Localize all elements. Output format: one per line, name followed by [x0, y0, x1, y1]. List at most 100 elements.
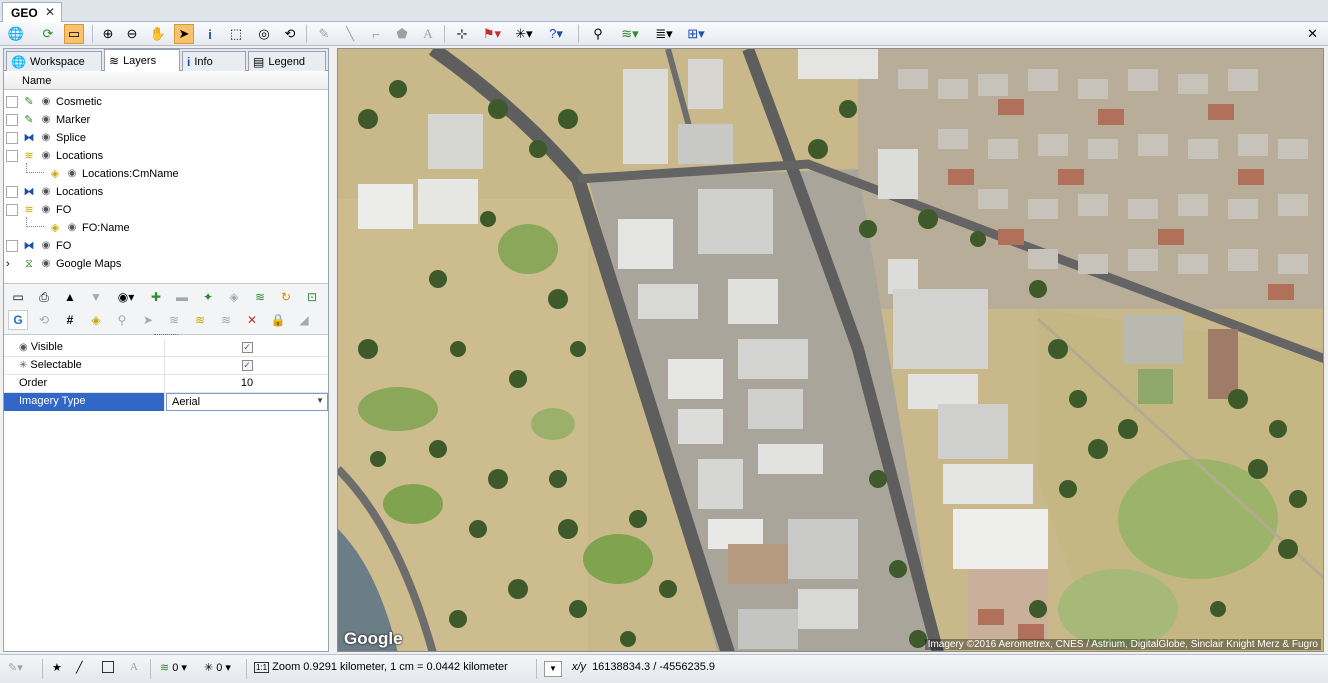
arrow-tool-icon[interactable]: ➤ [138, 310, 158, 330]
layer-row[interactable]: › ⧖ ◉ Google Maps [4, 255, 328, 273]
style-copy-icon[interactable]: ≋ [216, 310, 236, 330]
splitter-grip[interactable] [154, 334, 178, 337]
draw-text-icon[interactable]: A [418, 24, 438, 44]
style-rule-icon[interactable]: ≋ [190, 310, 210, 330]
tab-info[interactable]: i Info [182, 51, 246, 71]
layer-checkbox[interactable] [6, 186, 18, 198]
panel-toggle-icon[interactable]: ▭ [64, 24, 84, 44]
network-dropdown-icon[interactable]: ⊞▾ [686, 24, 706, 44]
expand-chevron-icon[interactable]: › [6, 258, 18, 270]
layer-row[interactable]: ✎ ◉ Marker [4, 111, 328, 129]
radius-select-icon[interactable]: ◎ [254, 24, 274, 44]
layer-checkbox[interactable] [6, 132, 18, 144]
visibility-eye-icon[interactable]: ◉ [64, 168, 80, 180]
zoom-out-icon[interactable]: ⊖ [122, 24, 142, 44]
rectangle-icon[interactable] [102, 661, 114, 673]
document-tab-geo[interactable]: GEO ✕ [2, 2, 62, 22]
tag-icon[interactable]: ◈ [86, 310, 106, 330]
remove-layer-icon[interactable]: ▬ [172, 287, 192, 307]
layer-checkbox[interactable] [6, 240, 18, 252]
google-icon[interactable]: G [8, 310, 28, 330]
visibility-eye-icon[interactable]: ◉ [64, 222, 80, 234]
query-tool-dropdown-icon[interactable]: ?▾ [546, 24, 566, 44]
wedge-icon[interactable]: ◢ [294, 310, 314, 330]
label-layer-icon[interactable]: ◈ [224, 287, 244, 307]
tab-layers[interactable]: ≋ Layers [104, 49, 180, 71]
map-view[interactable]: Google Imagery ©2016 Aerometrex, CNES / … [337, 48, 1324, 652]
selectable-checkbox[interactable]: ✓ [241, 360, 253, 371]
property-row-selectable[interactable]: ✳ Selectable ✓ [4, 357, 328, 375]
polygon-select-icon[interactable]: ⟲ [280, 24, 300, 44]
print-icon[interactable]: ⎙ [34, 287, 54, 307]
zoom-in-icon[interactable]: ⊕ [98, 24, 118, 44]
layer-row[interactable]: ≋ ◉ Locations [4, 147, 328, 165]
style-icon[interactable]: ≋ [164, 310, 184, 330]
layer-row[interactable]: ◈ ◉ Locations:CmName [4, 163, 328, 183]
add-node-icon[interactable]: ⊹ [452, 24, 472, 44]
info-tool-icon[interactable]: i [200, 24, 220, 44]
draw-polygon-icon[interactable]: ⬟ [392, 24, 412, 44]
property-row-visible[interactable]: ◉ Visible ✓ [4, 339, 328, 357]
layer-checkbox[interactable] [6, 114, 18, 126]
visibility-eye-icon[interactable]: ◉ [38, 114, 54, 126]
select-count-dropdown[interactable]: ✳ 0 ▾ [204, 661, 231, 675]
property-row-imagery-type[interactable]: Imagery Type Aerial ▼ [4, 393, 328, 411]
tab-legend[interactable]: ▤ Legend [248, 51, 326, 71]
imagery-type-select[interactable]: Aerial ▼ [166, 393, 328, 411]
layer-row[interactable]: ◈ ◉ FO:Name [4, 217, 328, 237]
layer-group-icon[interactable]: ≋ [250, 287, 270, 307]
visibility-eye-icon[interactable]: ◉ [38, 204, 54, 216]
visibility-eye-icon[interactable]: ◉ [38, 132, 54, 144]
coordinate-system-dropdown[interactable]: ▼ [544, 661, 562, 677]
property-row-order[interactable]: Order 10 [4, 375, 328, 393]
move-down-icon[interactable]: ▼ [86, 287, 106, 307]
layer-count-dropdown[interactable]: ≋ 0 ▾ [160, 661, 187, 675]
lock-icon[interactable]: 🔒 [268, 310, 288, 330]
layer-checkbox[interactable] [6, 150, 18, 162]
line-icon[interactable]: ╱ [76, 661, 83, 674]
rectangle-select-icon[interactable]: ⬚ [226, 24, 246, 44]
layer-row[interactable]: ⧓ ◉ Locations [4, 183, 328, 201]
visibility-eye-icon[interactable]: ◉ [38, 186, 54, 198]
edit-tool-dropdown-icon[interactable]: ✎▾ [8, 661, 23, 674]
layer-checkbox[interactable] [6, 96, 18, 108]
clear-style-icon[interactable]: ✕ [242, 310, 262, 330]
layer-row[interactable]: ⧓ ◉ Splice [4, 129, 328, 147]
visibility-eye-icon[interactable]: ◉ [38, 150, 54, 162]
visibility-eye-icon[interactable]: ◉ [38, 240, 54, 252]
layer-row[interactable]: ✎ ◉ Cosmetic [4, 93, 328, 111]
move-up-icon[interactable]: ▲ [60, 287, 80, 307]
toolbar-close-icon[interactable]: ✕ [1307, 26, 1318, 42]
layer-row[interactable]: ⧓ ◉ FO [4, 237, 328, 255]
reload-layer-icon[interactable]: ↻ [276, 287, 296, 307]
route-dropdown-icon[interactable]: ⚑▾ [482, 24, 502, 44]
order-value[interactable]: 10 [166, 375, 328, 393]
link-icon[interactable]: ⟲ [34, 310, 54, 330]
close-tab-icon[interactable]: ✕ [45, 5, 55, 19]
search-layer-icon[interactable]: ⚲ [112, 310, 132, 330]
tab-workspace[interactable]: 🌐 Workspace [6, 51, 102, 71]
visibility-eye-icon[interactable]: ◉ [38, 96, 54, 108]
add-layer-icon[interactable]: ✚ [146, 287, 166, 307]
layer-row[interactable]: ≋ ◉ FO [4, 201, 328, 219]
draw-line-icon[interactable]: ╲ [340, 24, 360, 44]
splice-tool-dropdown-icon[interactable]: ✳▾ [514, 24, 534, 44]
layer-style-dropdown-icon[interactable]: ≣▾ [654, 24, 674, 44]
refresh-icon[interactable]: ⟳ [38, 24, 58, 44]
globe-dropdown-icon[interactable]: 🌐 [6, 24, 26, 44]
pan-hand-icon[interactable]: ✋ [148, 24, 168, 44]
select-arrow-icon[interactable]: ➤ [174, 24, 194, 44]
visibility-eye-icon[interactable]: ◉ [38, 258, 54, 270]
find-binoculars-icon[interactable]: ⚲ [588, 24, 608, 44]
visibility-dropdown-icon[interactable]: ◉▾ [116, 287, 136, 307]
draw-polyline-icon[interactable]: ⌐ [366, 24, 386, 44]
layer-tool-dropdown-icon[interactable]: ≋▾ [620, 24, 640, 44]
text-icon[interactable]: A [130, 661, 138, 673]
layer-checkbox[interactable] [6, 204, 18, 216]
draw-point-icon[interactable]: ✎ [314, 24, 334, 44]
star-icon[interactable]: ★ [52, 661, 62, 674]
tree-column-header[interactable]: Name [4, 72, 328, 90]
visible-checkbox[interactable]: ✓ [241, 342, 253, 353]
number-icon[interactable]: # [60, 310, 80, 330]
layer-properties-icon[interactable]: ▭ [8, 287, 28, 307]
